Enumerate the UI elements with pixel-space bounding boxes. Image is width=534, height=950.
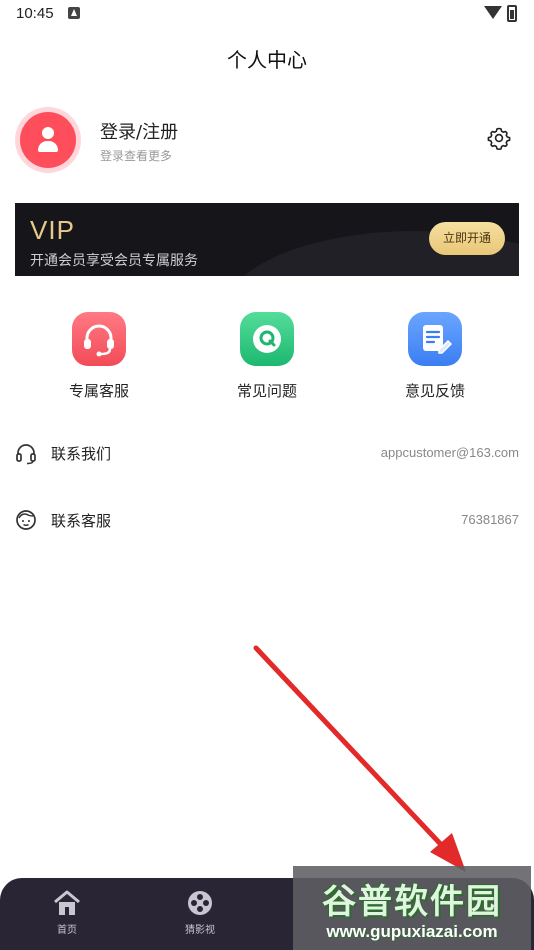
quick-action-label: 专属客服 xyxy=(68,382,129,400)
film-reel-icon xyxy=(188,891,212,915)
home-icon xyxy=(54,890,80,915)
battery-icon xyxy=(507,5,517,22)
tab-guess-movie[interactable]: 猜影视 xyxy=(165,890,235,936)
quick-action-label: 常见问题 xyxy=(236,382,297,400)
quick-action-exclusive-service[interactable]: 专属客服 xyxy=(39,312,159,401)
user-icon xyxy=(42,127,54,139)
list-item-label: 联系我们 xyxy=(51,445,112,463)
list-item-value: 76381867 xyxy=(461,512,519,527)
status-time: 10:45 xyxy=(16,5,54,22)
watermark: 谷普软件园 www.gupuxiazai.com xyxy=(293,866,531,950)
vip-subtitle: 开通会员享受会员专属服务 xyxy=(30,253,198,269)
tab-label: 猜影视 xyxy=(185,925,215,936)
vip-open-button[interactable]: 立即开通 xyxy=(429,222,505,255)
page-title: 个人中心 xyxy=(227,48,307,72)
login-subtitle: 登录查看更多 xyxy=(100,149,173,163)
avatar[interactable] xyxy=(20,112,76,168)
user-body-icon xyxy=(38,141,58,152)
list-item-contact-us[interactable]: 联系我们 appcustomer@163.com xyxy=(0,432,534,472)
list-item-value: appcustomer@163.com xyxy=(380,445,519,460)
quick-action-feedback[interactable]: 意见反馈 xyxy=(375,312,495,401)
vip-title: VIP xyxy=(30,215,75,245)
feedback-icon xyxy=(423,325,453,354)
headphones-icon xyxy=(16,444,36,465)
notification-icon xyxy=(68,7,80,19)
watermark-url: www.gupuxiazai.com xyxy=(326,922,498,941)
headset-icon xyxy=(84,324,114,357)
list-item-contact-service[interactable]: 联系客服 76381867 xyxy=(0,499,534,539)
profile-section[interactable]: 登录/注册 登录查看更多 xyxy=(0,108,534,174)
status-bar: 10:45 xyxy=(0,0,534,28)
settings-gear-icon[interactable] xyxy=(487,126,511,150)
watermark-title: 谷普软件园 xyxy=(322,882,502,922)
wifi-icon xyxy=(484,6,502,19)
login-register-link[interactable]: 登录/注册 xyxy=(100,118,178,144)
list-item-label: 联系客服 xyxy=(51,512,112,530)
tab-label: 首页 xyxy=(57,925,77,936)
quick-action-faq[interactable]: 常见问题 xyxy=(207,312,327,401)
service-agent-icon xyxy=(16,510,36,530)
tab-home[interactable]: 首页 xyxy=(32,890,102,936)
faq-q-icon xyxy=(253,325,281,353)
quick-action-label: 意见反馈 xyxy=(404,382,465,400)
vip-banner[interactable]: VIP 开通会员享受会员专属服务 立即开通 xyxy=(15,203,519,276)
